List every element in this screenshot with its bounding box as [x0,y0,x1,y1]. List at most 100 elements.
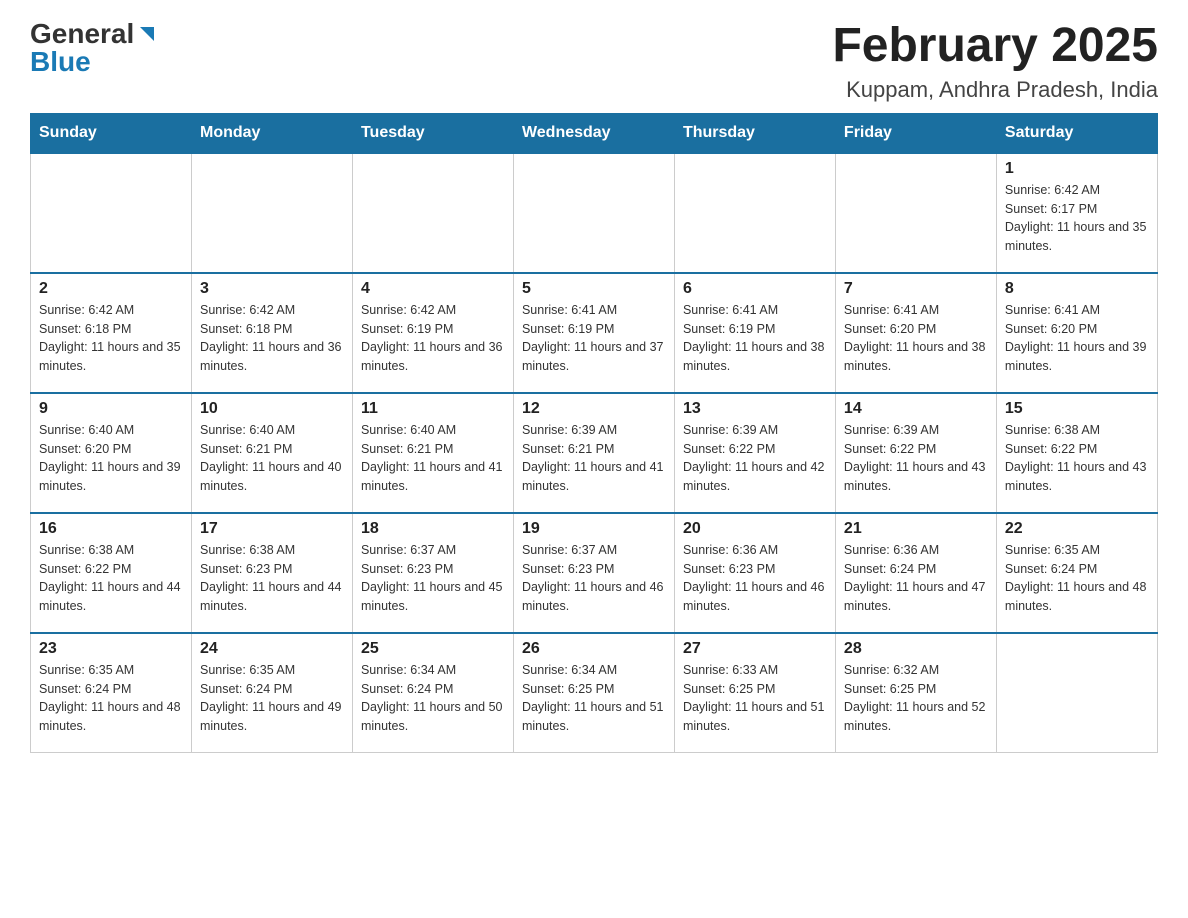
day-number: 16 [39,520,183,538]
day-info: Sunrise: 6:41 AMSunset: 6:19 PMDaylight:… [683,301,827,376]
calendar-cell [996,633,1157,753]
weekday-header-wednesday: Wednesday [513,113,674,153]
day-info: Sunrise: 6:38 AMSunset: 6:22 PMDaylight:… [39,541,183,616]
day-number: 5 [522,280,666,298]
day-number: 11 [361,400,505,418]
calendar-cell: 22 Sunrise: 6:35 AMSunset: 6:24 PMDayligh… [996,513,1157,633]
day-number: 18 [361,520,505,538]
calendar-cell: 25 Sunrise: 6:34 AMSunset: 6:24 PMDayligh… [352,633,513,753]
calendar-cell: 19 Sunrise: 6:37 AMSunset: 6:23 PMDayligh… [513,513,674,633]
day-info: Sunrise: 6:42 AMSunset: 6:19 PMDaylight:… [361,301,505,376]
calendar-cell: 16 Sunrise: 6:38 AMSunset: 6:22 PMDayligh… [31,513,192,633]
calendar-cell: 4 Sunrise: 6:42 AMSunset: 6:19 PMDaylight… [352,273,513,393]
day-number: 19 [522,520,666,538]
day-number: 8 [1005,280,1149,298]
logo-general-text: General [30,20,134,48]
day-info: Sunrise: 6:42 AMSunset: 6:18 PMDaylight:… [200,301,344,376]
calendar-week-row: 9 Sunrise: 6:40 AMSunset: 6:20 PMDaylight… [31,393,1158,513]
calendar-week-row: 1 Sunrise: 6:42 AMSunset: 6:17 PMDaylight… [31,153,1158,273]
day-info: Sunrise: 6:40 AMSunset: 6:21 PMDaylight:… [200,421,344,496]
calendar-cell: 26 Sunrise: 6:34 AMSunset: 6:25 PMDayligh… [513,633,674,753]
calendar-cell: 18Sunrise: 6:37 AMSunset: 6:23 PMDayligh… [352,513,513,633]
calendar-cell: 8 Sunrise: 6:41 AMSunset: 6:20 PMDaylight… [996,273,1157,393]
day-number: 1 [1005,160,1149,178]
day-number: 9 [39,400,183,418]
day-number: 4 [361,280,505,298]
calendar-cell: 24Sunrise: 6:35 AMSunset: 6:24 PMDayligh… [191,633,352,753]
calendar-cell: 12 Sunrise: 6:39 AMSunset: 6:21 PMDayligh… [513,393,674,513]
calendar-cell [352,153,513,273]
day-number: 12 [522,400,666,418]
day-info: Sunrise: 6:42 AMSunset: 6:17 PMDaylight:… [1005,181,1149,256]
weekday-header-saturday: Saturday [996,113,1157,153]
day-info: Sunrise: 6:41 AMSunset: 6:19 PMDaylight:… [522,301,666,376]
day-number: 28 [844,640,988,658]
calendar-cell: 2Sunrise: 6:42 AMSunset: 6:18 PMDaylight… [31,273,192,393]
calendar-cell [31,153,192,273]
day-info: Sunrise: 6:35 AMSunset: 6:24 PMDaylight:… [1005,541,1149,616]
day-info: Sunrise: 6:39 AMSunset: 6:21 PMDaylight:… [522,421,666,496]
calendar-week-row: 2Sunrise: 6:42 AMSunset: 6:18 PMDaylight… [31,273,1158,393]
day-info: Sunrise: 6:42 AMSunset: 6:18 PMDaylight:… [39,301,183,376]
day-info: Sunrise: 6:34 AMSunset: 6:25 PMDaylight:… [522,661,666,736]
calendar-cell [513,153,674,273]
day-number: 10 [200,400,344,418]
day-info: Sunrise: 6:40 AMSunset: 6:20 PMDaylight:… [39,421,183,496]
weekday-header-row: SundayMondayTuesdayWednesdayThursdayFrid… [31,113,1158,153]
calendar-cell: 10 Sunrise: 6:40 AMSunset: 6:21 PMDayligh… [191,393,352,513]
calendar-cell: 20Sunrise: 6:36 AMSunset: 6:23 PMDayligh… [674,513,835,633]
day-number: 20 [683,520,827,538]
calendar-cell: 14 Sunrise: 6:39 AMSunset: 6:22 PMDayligh… [835,393,996,513]
day-number: 3 [200,280,344,298]
title-area: February 2025 Kuppam, Andhra Pradesh, In… [832,20,1158,103]
day-info: Sunrise: 6:39 AMSunset: 6:22 PMDaylight:… [683,421,827,496]
day-number: 22 [1005,520,1149,538]
day-info: Sunrise: 6:39 AMSunset: 6:22 PMDaylight:… [844,421,988,496]
day-number: 17 [200,520,344,538]
calendar-cell: 17 Sunrise: 6:38 AMSunset: 6:23 PMDayligh… [191,513,352,633]
day-info: Sunrise: 6:36 AMSunset: 6:24 PMDaylight:… [844,541,988,616]
logo-blue-text: Blue [30,48,91,76]
calendar-cell: 13 Sunrise: 6:39 AMSunset: 6:22 PMDayligh… [674,393,835,513]
day-number: 6 [683,280,827,298]
weekday-header-sunday: Sunday [31,113,192,153]
weekday-header-tuesday: Tuesday [352,113,513,153]
day-info: Sunrise: 6:35 AMSunset: 6:24 PMDaylight:… [39,661,183,736]
day-number: 7 [844,280,988,298]
calendar-cell: 1 Sunrise: 6:42 AMSunset: 6:17 PMDaylight… [996,153,1157,273]
location-title: Kuppam, Andhra Pradesh, India [832,77,1158,103]
day-number: 15 [1005,400,1149,418]
day-number: 26 [522,640,666,658]
calendar-cell [674,153,835,273]
logo: General Blue [30,20,158,76]
calendar-cell: 23 Sunrise: 6:35 AMSunset: 6:24 PMDayligh… [31,633,192,753]
day-number: 13 [683,400,827,418]
day-info: Sunrise: 6:34 AMSunset: 6:24 PMDaylight:… [361,661,505,736]
day-info: Sunrise: 6:38 AMSunset: 6:23 PMDaylight:… [200,541,344,616]
day-number: 21 [844,520,988,538]
calendar-cell [191,153,352,273]
calendar-cell: 9 Sunrise: 6:40 AMSunset: 6:20 PMDaylight… [31,393,192,513]
day-number: 25 [361,640,505,658]
day-number: 14 [844,400,988,418]
calendar-cell: 15 Sunrise: 6:38 AMSunset: 6:22 PMDayligh… [996,393,1157,513]
day-number: 23 [39,640,183,658]
calendar-cell: 28Sunrise: 6:32 AMSunset: 6:25 PMDayligh… [835,633,996,753]
day-info: Sunrise: 6:37 AMSunset: 6:23 PMDaylight:… [522,541,666,616]
day-number: 27 [683,640,827,658]
day-info: Sunrise: 6:41 AMSunset: 6:20 PMDaylight:… [1005,301,1149,376]
calendar-cell: 21 Sunrise: 6:36 AMSunset: 6:24 PMDayligh… [835,513,996,633]
calendar-cell: 5 Sunrise: 6:41 AMSunset: 6:19 PMDaylight… [513,273,674,393]
calendar-cell: 11 Sunrise: 6:40 AMSunset: 6:21 PMDayligh… [352,393,513,513]
page-header: General Blue February 2025 Kuppam, Andhr… [30,20,1158,103]
weekday-header-friday: Friday [835,113,996,153]
day-number: 24 [200,640,344,658]
calendar-cell: 7 Sunrise: 6:41 AMSunset: 6:20 PMDaylight… [835,273,996,393]
day-info: Sunrise: 6:41 AMSunset: 6:20 PMDaylight:… [844,301,988,376]
day-info: Sunrise: 6:40 AMSunset: 6:21 PMDaylight:… [361,421,505,496]
calendar-cell: 27Sunrise: 6:33 AMSunset: 6:25 PMDayligh… [674,633,835,753]
day-info: Sunrise: 6:38 AMSunset: 6:22 PMDaylight:… [1005,421,1149,496]
calendar-cell: 3 Sunrise: 6:42 AMSunset: 6:18 PMDaylight… [191,273,352,393]
weekday-header-thursday: Thursday [674,113,835,153]
calendar-week-row: 16 Sunrise: 6:38 AMSunset: 6:22 PMDayligh… [31,513,1158,633]
